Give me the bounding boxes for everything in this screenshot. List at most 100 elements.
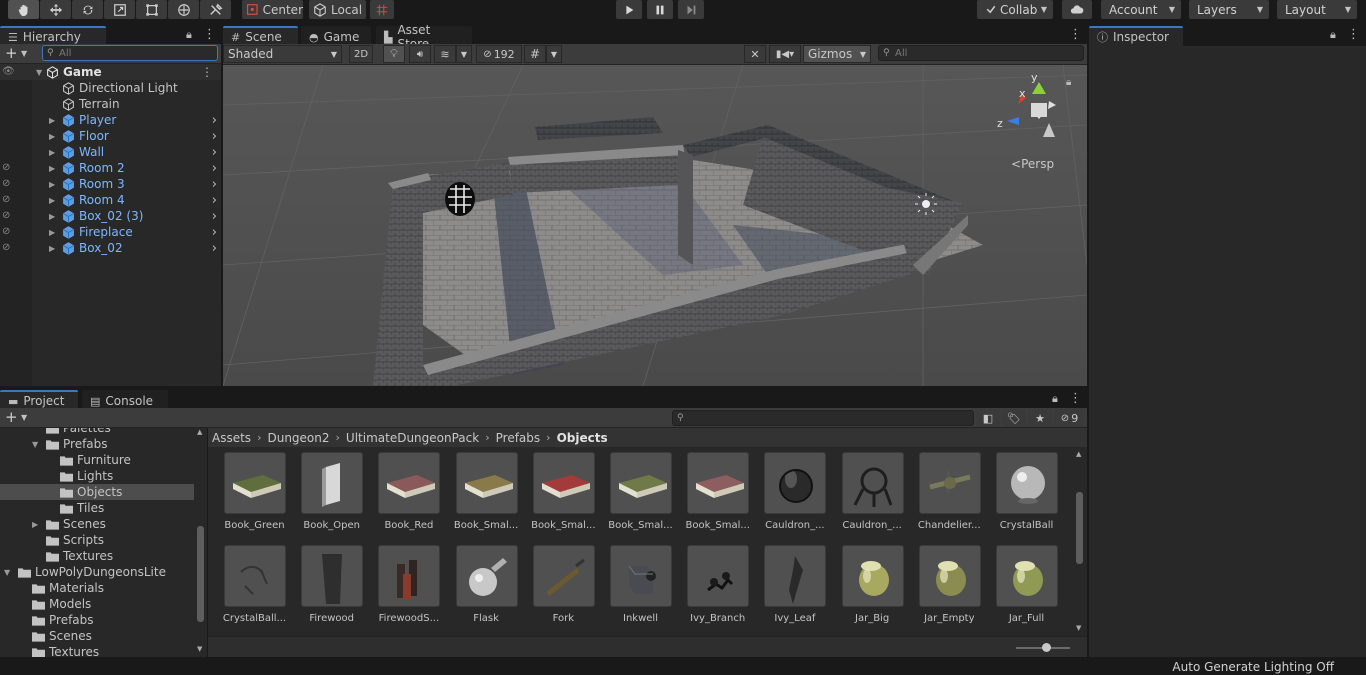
asset-item[interactable]: CrystalBall bbox=[988, 452, 1065, 540]
expand-triangle-icon[interactable]: ▶ bbox=[49, 196, 55, 205]
pause-button[interactable] bbox=[647, 0, 673, 19]
folder-tree-item[interactable]: ▼ LowPolyDungeonsLite bbox=[0, 564, 194, 580]
search-by-type-button[interactable]: ◧ bbox=[976, 409, 1000, 427]
toggle-2d-button[interactable]: 2D bbox=[349, 45, 373, 63]
folder-tree-item[interactable]: Objects bbox=[0, 484, 194, 500]
account-dropdown[interactable]: Account ▼ bbox=[1101, 0, 1181, 19]
project-search-input[interactable]: ⚲ bbox=[672, 410, 974, 426]
expand-triangle-icon[interactable]: ▶ bbox=[49, 164, 55, 173]
expand-triangle-icon[interactable]: ▶ bbox=[49, 116, 55, 125]
expand-triangle-icon[interactable]: ▶ bbox=[49, 180, 55, 189]
breadcrumb-item[interactable]: UltimateDungeonPack bbox=[346, 431, 479, 445]
kebab-menu-icon[interactable]: ⋮ bbox=[203, 27, 216, 42]
create-plus-icon[interactable]: + bbox=[5, 44, 18, 62]
chevron-right-icon[interactable]: › bbox=[212, 129, 217, 144]
asset-item[interactable]: Jar_Full bbox=[988, 545, 1065, 633]
scale-tool-button[interactable] bbox=[104, 0, 135, 19]
asset-item[interactable]: FirewoodS... bbox=[370, 545, 447, 633]
hierarchy-item[interactable]: ⊘ ▶ Room 3 › bbox=[0, 176, 221, 192]
scene-search-input[interactable]: ⚲ All bbox=[878, 45, 1084, 61]
gizmos-dropdown[interactable]: Gizmos ▼ bbox=[803, 45, 871, 63]
expand-triangle-icon[interactable]: ▶ bbox=[49, 228, 55, 237]
hierarchy-item[interactable]: ▶ Player › bbox=[0, 112, 221, 128]
grid-toggle[interactable]: # bbox=[524, 45, 546, 63]
folder-tree-item[interactable]: Scripts bbox=[0, 532, 194, 548]
folder-tree-item[interactable]: Textures bbox=[0, 644, 194, 657]
asset-item[interactable]: Book_Smal... bbox=[679, 452, 756, 540]
hierarchy-item[interactable]: Directional Light bbox=[0, 80, 221, 96]
asset-item[interactable]: Jar_Big bbox=[834, 545, 911, 633]
projection-toggle[interactable]: <Persp bbox=[1011, 157, 1054, 171]
asset-item[interactable]: Book_Smal... bbox=[448, 452, 525, 540]
asset-item[interactable]: Book_Smal... bbox=[602, 452, 679, 540]
chevron-right-icon[interactable]: › bbox=[212, 193, 217, 208]
tab-hierarchy[interactable]: ☰ Hierarchy bbox=[0, 26, 106, 46]
expand-triangle-icon[interactable]: ▶ bbox=[49, 244, 55, 253]
play-button[interactable] bbox=[616, 0, 642, 19]
asset-item[interactable]: CrystalBall... bbox=[216, 545, 293, 633]
asset-item[interactable]: Book_Red bbox=[370, 452, 447, 540]
eye-slash-icon[interactable]: ⊘ bbox=[2, 210, 16, 222]
asset-item[interactable]: Cauldron_... bbox=[756, 452, 833, 540]
folder-tree-item[interactable]: Furniture bbox=[0, 452, 194, 468]
audio-toggle[interactable]: 🔊︎ bbox=[409, 45, 431, 63]
shading-mode-dropdown[interactable]: Shaded ▼ bbox=[223, 45, 342, 63]
collapse-triangle-icon[interactable]: ▶ bbox=[32, 520, 38, 529]
breadcrumb-item[interactable]: Dungeon2 bbox=[267, 431, 329, 445]
collab-dropdown[interactable]: Collab ▼ bbox=[977, 0, 1053, 19]
chevron-right-icon[interactable]: › bbox=[212, 241, 217, 256]
asset-item[interactable]: Firewood bbox=[293, 545, 370, 633]
scene-root-row[interactable]: 👁︎ ▼ Game ⋮ bbox=[0, 64, 221, 80]
effects-dropdown[interactable]: ▼ bbox=[456, 45, 472, 63]
hidden-packages-toggle[interactable]: ⊘ 9 bbox=[1054, 409, 1085, 427]
asset-item[interactable]: Jar_Empty bbox=[911, 545, 988, 633]
layout-dropdown[interactable]: Layout ▼ bbox=[1277, 0, 1357, 19]
grid-snap-button[interactable] bbox=[370, 0, 394, 19]
grid-scroll-down-icon[interactable]: ▼ bbox=[1076, 624, 1081, 632]
chevron-right-icon[interactable]: › bbox=[212, 161, 217, 176]
pivot-center-button[interactable]: Center bbox=[242, 0, 303, 19]
gizmo-lock-icon[interactable]: 🔒︎ bbox=[1066, 77, 1071, 88]
eye-slash-icon[interactable]: ⊘ bbox=[2, 226, 16, 238]
chevron-right-icon[interactable]: › bbox=[212, 177, 217, 192]
eye-slash-icon[interactable]: ⊘ bbox=[2, 178, 16, 190]
layers-dropdown[interactable]: Layers ▼ bbox=[1189, 0, 1269, 19]
hierarchy-search-input[interactable]: ⚲ All bbox=[42, 45, 218, 61]
folder-tree-item[interactable]: Tiles bbox=[0, 500, 194, 516]
breadcrumb-current[interactable]: Objects bbox=[557, 431, 608, 445]
asset-item[interactable]: Ivy_Leaf bbox=[756, 545, 833, 633]
project-menu-icon[interactable]: ⋮ bbox=[1069, 391, 1082, 406]
folder-tree-item[interactable]: Lights bbox=[0, 468, 194, 484]
scene-menu-icon[interactable]: ⋮ bbox=[1069, 27, 1082, 42]
hierarchy-item[interactable]: ⊘ ▶ Fireplace › bbox=[0, 224, 221, 240]
hierarchy-item[interactable]: ⊘ ▶ Room 4 › bbox=[0, 192, 221, 208]
chevron-right-icon[interactable]: › bbox=[212, 225, 217, 240]
search-by-label-button[interactable]: 🏷︎ bbox=[1002, 409, 1026, 427]
expand-triangle-icon[interactable]: ▶ bbox=[49, 212, 55, 221]
grid-scroll-up-icon[interactable]: ▲ bbox=[1076, 450, 1081, 458]
asset-item[interactable]: Ivy_Branch bbox=[679, 545, 756, 633]
eye-slash-icon[interactable]: ⊘ bbox=[2, 194, 16, 206]
hierarchy-item[interactable]: ▶ Wall › bbox=[0, 144, 221, 160]
asset-item[interactable]: Inkwell bbox=[602, 545, 679, 633]
scene-tools-button[interactable]: ✕ bbox=[744, 45, 766, 63]
asset-item[interactable]: Cauldron_... bbox=[834, 452, 911, 540]
asset-item[interactable]: Book_Smal... bbox=[525, 452, 602, 540]
tab-project[interactable]: ▬ Project bbox=[0, 390, 78, 410]
effects-toggle[interactable]: ≋ bbox=[434, 45, 456, 63]
tab-game[interactable]: ◓ Game bbox=[301, 26, 371, 46]
folder-tree-item[interactable]: ▶ Scenes bbox=[0, 516, 194, 532]
expand-triangle-icon[interactable]: ▼ bbox=[36, 68, 42, 77]
tab-inspector[interactable]: ⓘ Inspector bbox=[1089, 26, 1183, 46]
breadcrumb-item[interactable]: Assets bbox=[212, 431, 251, 445]
create-asset-arrow-icon[interactable]: ▼ bbox=[21, 413, 27, 422]
project-lock-icon[interactable]: 🔒︎ bbox=[1052, 392, 1058, 406]
chevron-right-icon[interactable]: › bbox=[212, 113, 217, 128]
breadcrumb-item[interactable]: Prefabs bbox=[496, 431, 541, 445]
hierarchy-item[interactable]: ▶ Floor › bbox=[0, 128, 221, 144]
scene-menu-icon[interactable]: ⋮ bbox=[201, 65, 213, 79]
hand-tool-button[interactable] bbox=[8, 0, 39, 19]
asset-item[interactable]: Fork bbox=[525, 545, 602, 633]
step-button[interactable] bbox=[678, 0, 704, 19]
chevron-right-icon[interactable]: › bbox=[212, 145, 217, 160]
